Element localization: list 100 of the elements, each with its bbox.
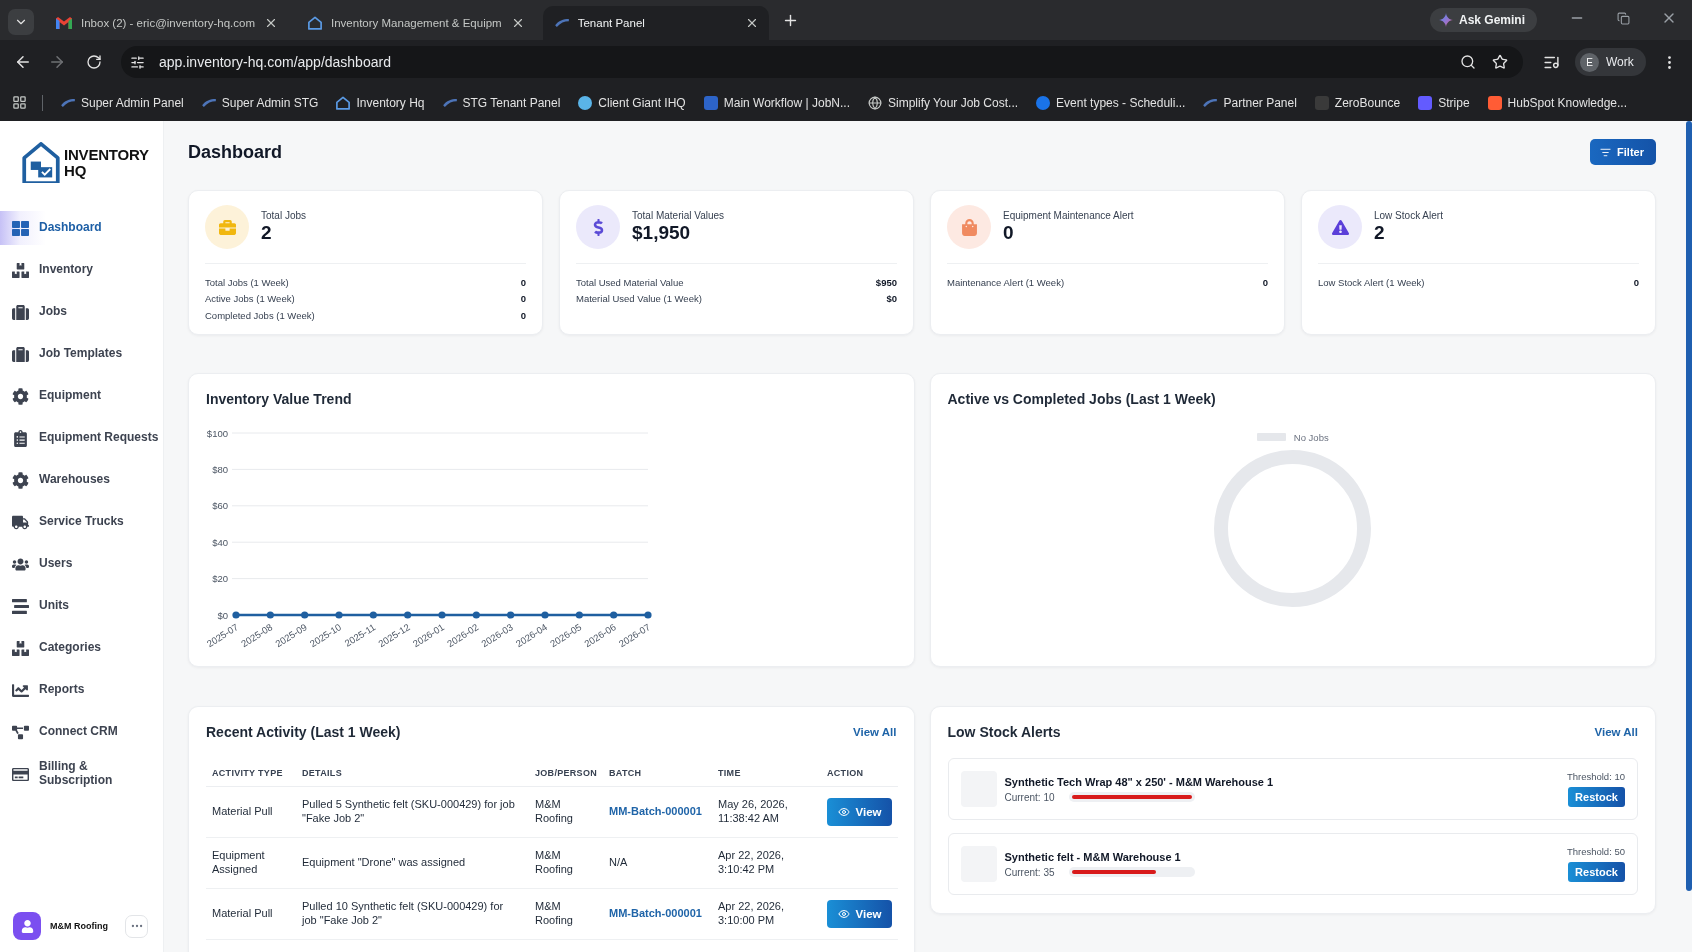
card-title: Low Stock Alerts [947,723,1061,742]
browser-tab[interactable]: Tenant Panel [542,6,769,40]
table-cell: M&M Roofing [529,888,603,939]
sidebar-item[interactable]: Service Trucks [0,505,163,539]
table-cell: Material Pull [206,786,296,837]
scrollbar-thumb[interactable] [1686,121,1692,891]
sidebar-item[interactable]: Jobs [0,295,163,329]
page-title: Dashboard [188,141,283,163]
boxes-icon [12,639,29,657]
stat-row-label: Active Jobs (1 Week) [205,293,295,305]
avatar-icon [13,912,41,940]
sidebar-item[interactable]: Reports [0,673,163,707]
sidebar-item[interactable]: Units [0,589,163,623]
profile-button[interactable]: E Work [1575,48,1646,76]
bookmark[interactable]: HubSpot Knowledge... [1481,95,1633,110]
more-button[interactable] [125,914,148,938]
card-title: Inventory Value Trend [206,390,353,409]
bookmark[interactable]: Inventory Hq [330,95,431,110]
sidebar-item[interactable]: Equipment Requests [0,421,163,455]
view-all-link[interactable]: View All [1594,726,1638,738]
y-axis-label: $80 [212,463,228,475]
warehouse-logo-icon [22,142,60,183]
sparkle-icon [1438,13,1453,27]
stat-row-value: 0 [1633,276,1639,288]
globe-icon [868,95,882,110]
bookmark[interactable]: STG Tenant Panel [436,95,567,110]
y-axis-label: $60 [212,500,228,512]
apps-grid-icon[interactable] [11,95,27,110]
bookmark[interactable]: Stripe [1412,95,1476,110]
column-header: BATCH [603,760,712,786]
sidebar-item[interactable]: Billing & Subscription [0,757,163,791]
stat-row-label: Total Used Material Value [576,276,684,288]
bookmark[interactable]: Client Giant IHQ [572,95,692,110]
filter-icon [1600,146,1612,158]
diagram-icon [12,723,29,741]
card-title: Recent Activity (Last 1 Week) [206,723,401,742]
stock-item-name: Synthetic felt - M&M Warehouse 1 [1004,850,1182,863]
circle-logo-icon [1036,95,1051,110]
chart-line-icon [12,681,29,699]
logo-text: INVENTORY HQ [64,147,150,179]
data-point [507,611,515,619]
view-all-link[interactable]: View All [853,726,897,738]
address-bar[interactable]: app.inventory-hq.com/app/dashboard [121,46,1523,78]
table-cell: M&M Roofing [529,837,603,888]
batch-link[interactable]: MM-Batch-000001 [609,906,702,919]
batch-link[interactable]: MM-Batch-000001 [609,804,702,817]
stock-item-name: Synthetic Tech Wrap 48" x 250' - M&M Warehouse 1 [1004,775,1275,788]
data-point [335,611,343,619]
assistant-button[interactable]: Ask Gemini [1429,8,1537,32]
bookmark[interactable]: Super Admin STG [195,95,325,110]
sidebar-item[interactable]: Inventory [0,253,163,287]
data-point [232,611,240,619]
circle-logo-icon [578,95,593,110]
browser-tab[interactable]: Inventory Management & Equipm [296,6,535,40]
table-cell: Material Pull [206,888,296,939]
bookmark[interactable]: Simplify Your Job Cost... [862,95,1025,110]
stat-row-value: $950 [875,276,897,288]
sidebar-item[interactable]: Connect CRM [0,715,163,749]
sidebar-item[interactable]: Equipment [0,379,163,413]
star-icon[interactable] [1492,54,1508,70]
column-header: ACTION [821,760,898,786]
bookmark[interactable]: Partner Panel [1197,95,1303,110]
sidebar-item[interactable]: Job Templates [0,337,163,371]
restock-button[interactable]: Restock [1568,787,1625,807]
stat-row-label: Maintenance Alert (1 Week) [947,276,1065,288]
bookmark[interactable]: Super Admin Panel [55,95,190,110]
table-cell: Pulled 10 Synthetic felt (SKU-000429) for job "Fake Job 2" [296,888,529,939]
reload-icon[interactable] [86,54,102,70]
stat-row-value: $0 [886,293,897,305]
swoosh-icon [1203,98,1218,107]
swoosh-icon [554,19,569,27]
close-icon[interactable] [264,16,278,30]
view-button[interactable]: View [827,797,892,826]
sidebar-item[interactable]: Users [0,547,163,581]
sidebar-item[interactable]: Categories [0,631,163,665]
tab-search-button[interactable] [8,9,34,35]
filter-button[interactable]: Filter [1590,139,1656,165]
restock-button[interactable]: Restock [1568,862,1625,882]
y-axis-label: $100 [206,427,228,439]
bookmark[interactable]: ZeroBounce [1308,95,1407,110]
sliders-icon[interactable] [130,54,145,70]
sidebar-item[interactable]: Warehouses [0,463,163,497]
bookmark[interactable]: Main Workflow | JobN... [697,95,856,110]
briefcase-icon [205,205,249,249]
bag-icon [947,205,991,249]
browser-tab[interactable]: Inbox (2) - eric@inventory-hq.com [44,6,288,40]
house-icon [336,95,351,110]
column-header: DETAILS [296,760,529,786]
table-cell: N/A [603,837,712,888]
legend-label: No Jobs [1293,431,1329,443]
data-point [644,611,652,619]
forward-arrow-icon[interactable] [48,53,66,71]
legend-swatch-icon [1256,433,1286,441]
bookmark[interactable]: Event types - Scheduli... [1030,95,1192,110]
restore-icon[interactable] [1616,11,1630,25]
magnifier-icon[interactable] [1460,54,1476,70]
stat-row-label: Material Used Value (1 Week) [576,293,702,305]
mail-logo-icon [56,17,72,29]
view-button[interactable]: View [827,899,892,928]
stat-value: 2 [261,222,273,244]
